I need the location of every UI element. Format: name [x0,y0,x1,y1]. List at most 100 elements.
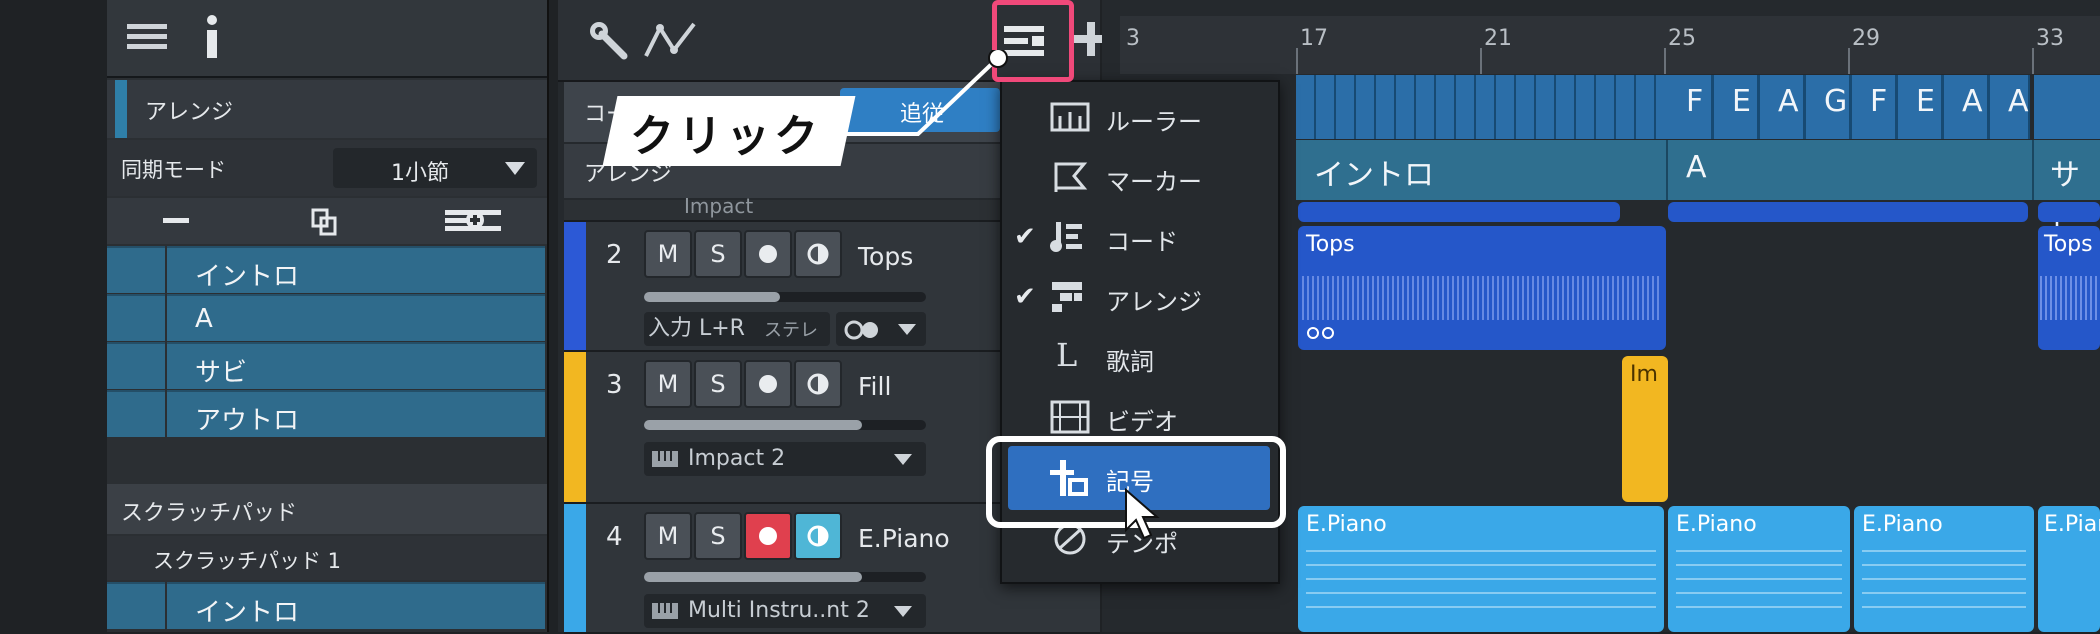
instrument-clip[interactable]: E.Piano [2038,506,2100,632]
ruler-bar-number: 21 [1484,26,1512,51]
checkmark-icon: ✔ [1014,282,1036,312]
record-button[interactable] [744,230,792,278]
ruler-tick [1664,48,1666,74]
ruler-bar-number: 25 [1668,26,1696,51]
instrument-select[interactable]: Multi Instru..nt 2 [644,594,926,628]
arranger-section-label: イントロ [1314,158,1434,193]
solo-button[interactable]: S [694,360,742,408]
list-item[interactable]: サビ [167,342,545,389]
scratchpad-row[interactable]: スクラッチパッド 1 [107,536,547,580]
lyrics-icon: L [1056,336,1078,374]
menu-item-arrange[interactable]: アレンジ [1106,282,1202,317]
instrument-clip[interactable]: E.Piano [1854,506,2034,632]
ruler-tick [2032,48,2034,74]
input-select[interactable]: 入力 L+R ステレオ [644,312,830,375]
volume-slider[interactable] [644,292,926,302]
monitor-button[interactable] [794,360,842,408]
list-item[interactable]: イントロ [167,246,545,293]
remove-button[interactable] [163,218,189,223]
audio-clip[interactable] [1298,202,1620,222]
callout-label: クリック [630,111,822,162]
track-name[interactable]: E.Piano [858,524,950,553]
arranger-section[interactable] [1668,140,2034,200]
instrument-label: Impact 2 [688,446,786,471]
instrument-clip[interactable]: E.Piano [1298,506,1664,632]
midi-notes [1676,550,1842,620]
chord-cell[interactable] [2034,75,2100,139]
wrench-icon[interactable] [588,20,628,60]
chord-label: A [1962,84,1983,119]
list-row-stub [107,582,165,629]
menu-item-ruler[interactable]: ルーラー [1106,102,1202,137]
chord-track-lane[interactable] [1296,75,1668,139]
list-item[interactable]: A [167,294,545,341]
list-view-icon[interactable] [127,22,167,54]
ruler-tick [1296,48,1298,74]
chord-label: E [1916,84,1935,119]
clip-label: Tops [2044,232,2093,257]
marker-flag-icon [1054,162,1088,192]
monitor-button[interactable] [794,230,842,278]
mute-button[interactable]: M [644,230,692,278]
list-row-stub [107,246,165,293]
track-color-bar [564,222,586,350]
timeline-ruler[interactable] [1120,16,2100,74]
clip-label: Im [1630,362,1658,387]
stereo-toggle[interactable] [836,312,926,346]
inspector-toolbar [107,0,547,78]
ruler-icon [1050,102,1090,132]
chevron-down-icon [898,324,916,335]
solo-button[interactable]: S [694,230,742,278]
clip-label: Tops [1306,232,1355,257]
record-button[interactable] [744,360,792,408]
film-icon [1050,400,1090,434]
section-title: アレンジ [145,100,234,125]
list-item-label: イントロ [195,598,300,628]
sync-mode-dropdown[interactable]: 1小節 [333,148,537,188]
checkmark-icon: ✔ [1014,222,1036,252]
mute-button[interactable]: M [644,512,692,560]
instrument-clip[interactable]: E.Piano [1668,506,1850,632]
instrument-select[interactable]: Impact 2 [644,442,926,476]
list-item[interactable]: アウトロ [167,390,545,437]
link-icon [1307,327,1334,339]
add-section-icon[interactable] [445,206,505,236]
menu-item-lyrics[interactable]: 歌詞 [1106,342,1154,377]
chevron-down-icon [894,606,912,617]
track-number: 3 [606,370,623,400]
track-name[interactable]: Fill [858,372,891,401]
monitor-button[interactable] [794,512,842,560]
record-button[interactable] [744,512,792,560]
menu-item-chord[interactable]: コード [1106,222,1178,257]
duplicate-icon[interactable] [311,208,339,236]
solo-button[interactable]: S [694,512,742,560]
mute-button[interactable]: M [644,360,692,408]
sync-mode-label: 同期モード [121,158,226,182]
menu-item-video[interactable]: ビデオ [1106,402,1178,437]
volume-slider[interactable] [644,572,926,582]
track-color-bar [564,504,586,632]
waveform [2040,276,2098,320]
list-item-label: イントロ [195,262,300,292]
track-number: 2 [606,240,623,270]
section-color-bar [115,80,127,138]
list-row-stub [107,294,165,341]
audio-clip[interactable]: Tops [1298,226,1666,350]
arrange-icon [1052,282,1082,312]
instrument-clip[interactable]: Im [1622,356,1668,502]
clip-label: E.Piano [1306,512,1387,537]
volume-slider[interactable] [644,420,926,430]
track-name[interactable]: Tops [858,242,913,271]
scratchpad-header-label: スクラッチパッド [121,501,298,526]
menu-item-marker[interactable]: マーカー [1106,162,1202,197]
info-icon[interactable] [197,14,227,60]
automation-icon[interactable] [644,20,700,60]
chord-label: G [1824,84,1848,119]
arranger-section-label: サビ [2050,158,2080,237]
ruler-tick [1848,48,1850,74]
audio-clip[interactable] [1668,202,2028,222]
instrument-select[interactable]: Impact [684,194,753,218]
list-item[interactable]: イントロ [167,582,545,629]
audio-clip[interactable]: Tops [2038,226,2100,350]
audio-clip[interactable] [2038,202,2100,222]
